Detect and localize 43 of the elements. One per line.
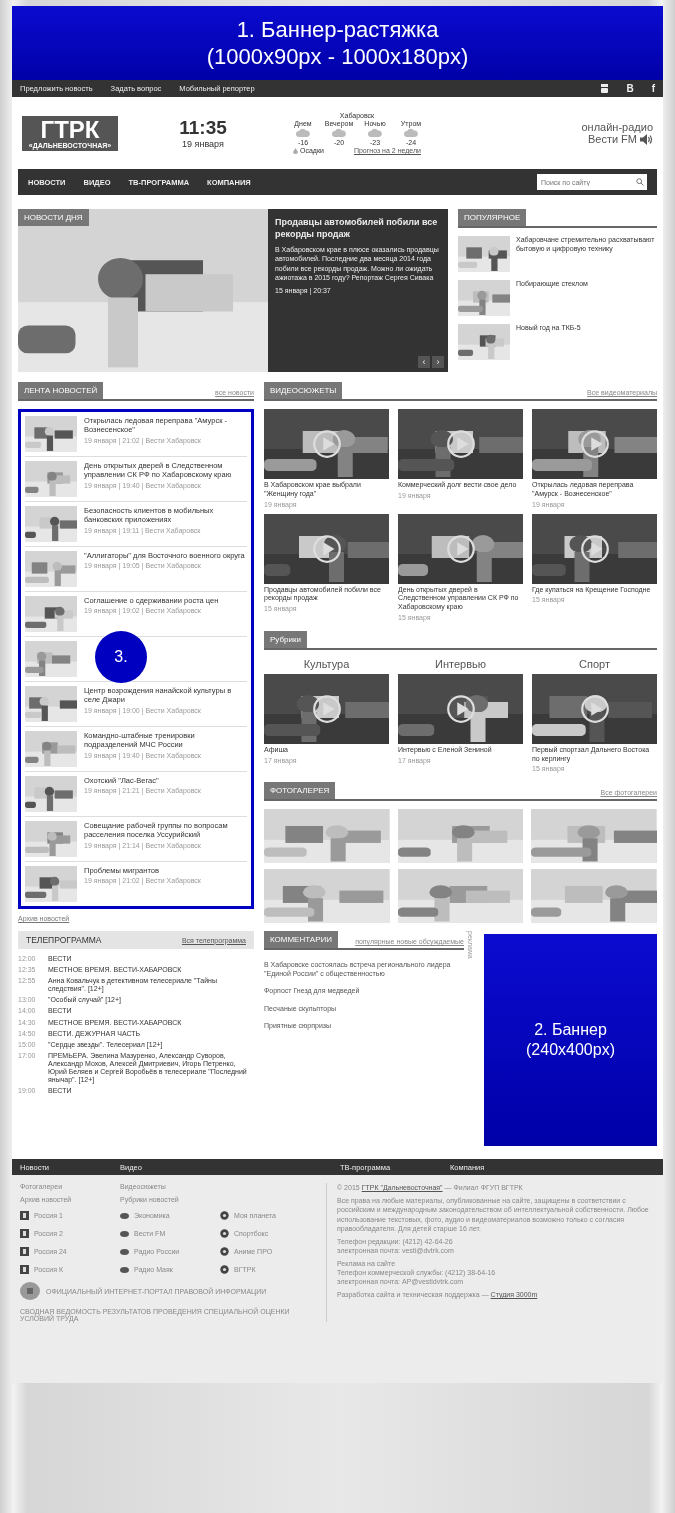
section-heading: ФОТОГАЛЕРЕЯ: [264, 782, 336, 800]
section-heading: НОВОСТИ ДНЯ: [18, 209, 89, 226]
section-heading: Рубрики: [264, 630, 307, 648]
next-button[interactable]: ›: [432, 356, 444, 368]
play-icon[interactable]: [445, 533, 476, 564]
section-heading: ЛЕНТА НОВОСТЕЙ: [18, 382, 104, 399]
play-icon[interactable]: [311, 693, 342, 724]
banner-title: 2. Баннер: [534, 1020, 607, 1041]
banner-size: (240x400px): [526, 1040, 615, 1061]
play-icon[interactable]: [579, 693, 610, 724]
section-heading: ВИДЕОСЮЖЕТЫ: [264, 382, 343, 399]
prev-button[interactable]: ‹: [418, 356, 430, 368]
banner-size: (1000x90px - 1000x180px): [206, 43, 469, 71]
rubric-link[interactable]: Спорт: [532, 657, 657, 670]
play-icon[interactable]: [445, 429, 476, 459]
play-icon[interactable]: [311, 429, 342, 459]
radio-link[interactable]: Вести FM: [587, 133, 637, 145]
drop-icon: [293, 147, 298, 154]
clock-date: 19 января: [182, 139, 224, 149]
emblem-icon[interactable]: [20, 1282, 40, 1301]
speaker-icon[interactable]: [640, 133, 653, 145]
cloud-icon: [332, 128, 346, 138]
section-heading: КОММЕНТАРИИ: [264, 931, 339, 949]
cloud-icon: [296, 128, 310, 138]
callout-badge: 3.: [95, 631, 147, 683]
rubric-link[interactable]: Культура: [264, 657, 389, 670]
play-icon[interactable]: [445, 693, 476, 724]
cloud-icon: [404, 128, 418, 138]
cloud-icon: [368, 128, 382, 138]
banner-title: 1. Баннер-растяжка: [236, 15, 439, 43]
play-icon[interactable]: [579, 533, 610, 564]
search-icon[interactable]: [636, 178, 644, 186]
video-icon[interactable]: [601, 84, 609, 93]
section-heading: ТЕЛЕПРОГРАММА: [26, 935, 102, 946]
social-link[interactable]: B: [626, 83, 634, 94]
section-heading: ПОПУЛЯРНОЕ: [458, 209, 527, 226]
clock-time: 11:35: [179, 117, 227, 139]
radio-label: онлайн-радио: [581, 121, 653, 133]
play-icon[interactable]: [311, 533, 342, 564]
play-icon[interactable]: [579, 429, 610, 459]
story-title[interactable]: Продавцы автомобилей побили все рекорды продаж: [275, 217, 441, 241]
social-link[interactable]: f: [651, 83, 655, 94]
rubric-link[interactable]: Интервью: [398, 657, 523, 670]
